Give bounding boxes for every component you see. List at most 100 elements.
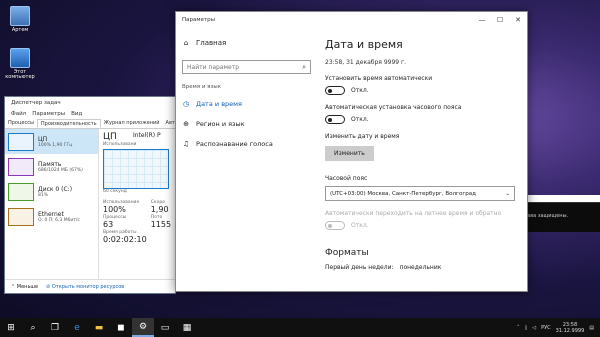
console-taskbar-button[interactable]: ▭	[154, 318, 176, 337]
nav-item-label: Распознавание голоса	[196, 140, 273, 148]
menu-view[interactable]: Вид	[71, 111, 82, 117]
nav-item-date-time[interactable]: ◷ Дата и время	[182, 94, 313, 114]
resource-disk[interactable]: Диск 0 (C:) 81%	[5, 179, 98, 204]
menu-file[interactable]: Файл	[11, 111, 26, 117]
edge-icon: e	[74, 322, 80, 333]
desktop-icon-user[interactable]: Артем	[6, 6, 34, 34]
cpu-name: Intel(R) P	[133, 132, 161, 139]
ethernet-sparkline	[8, 207, 34, 226]
memory-sparkline	[8, 157, 34, 176]
taskmgr-taskbar-button[interactable]: ▦	[176, 318, 198, 337]
search-button[interactable]: ⌕	[22, 318, 44, 337]
formats-heading: Форматы	[325, 248, 369, 258]
settings-main: Дата и время 23:58, 31 декабря 9999 г. У…	[313, 28, 527, 293]
usage-label: Использовани	[103, 142, 137, 147]
windows-logo-icon: ⊞	[7, 322, 15, 333]
clock-icon: ◷	[182, 100, 190, 108]
graph-time-label: 60 секунд	[103, 189, 127, 194]
system-tray: ˄ ▯ ◁ РУС 23:58 31.12.9999 ▤	[517, 322, 600, 334]
task-manager-menu: Файл Параметры Вид	[5, 109, 175, 119]
desktop-icon-label: Артем	[11, 27, 29, 33]
computer-icon	[10, 47, 30, 68]
search-input[interactable]	[187, 63, 297, 71]
resource-cpu[interactable]: ЦП 100% 1,90 ГГц	[5, 129, 98, 154]
first-day-value: понедельник	[399, 264, 442, 271]
open-resource-monitor-link[interactable]: ⊘ Открыть монитор ресурсов	[46, 284, 124, 290]
volume-icon[interactable]: ◁	[532, 325, 536, 331]
tab-performance[interactable]: Производительность	[36, 119, 101, 128]
settings-nav: ⌂ Главная ⌕ Время и язык ◷ Дата и время …	[176, 28, 313, 293]
resource-name: Память	[38, 160, 62, 168]
task-manager-footer: ⌃ Меньше ⊘ Открыть монитор ресурсов	[5, 279, 175, 293]
stat-value: 63	[103, 220, 114, 229]
desktop-icon-computer[interactable]: Этот компьютер	[5, 47, 35, 81]
network-icon[interactable]: ▯	[524, 325, 527, 331]
search-icon: ⌕	[30, 322, 36, 333]
stat-value: 1,90	[150, 205, 169, 214]
resource-ethernet[interactable]: Ethernet О: 0 П: 6,3 Мбит/с	[5, 204, 98, 229]
stat-value: 100%	[103, 205, 126, 214]
nav-item-label: Регион и язык	[196, 120, 245, 128]
nav-home[interactable]: ⌂ Главная	[182, 34, 313, 52]
page-title: Дата и время	[325, 38, 403, 51]
change-datetime-label: Изменить дату и время	[325, 133, 400, 140]
dst-state: Откл.	[351, 222, 369, 229]
resource-monitor-icon: ⊘	[46, 283, 51, 290]
clock-date: 31.12.9999	[555, 327, 585, 334]
settings-taskbar-button[interactable]: ⚙	[132, 318, 154, 337]
folder-icon: ▬	[94, 322, 104, 333]
explorer-button[interactable]: ▬	[88, 318, 110, 337]
task-manager-tabs: Процессы Производительность Журнал прило…	[5, 119, 178, 129]
task-manager-icon: ▦	[182, 322, 192, 333]
settings-window: Параметры — ☐ ✕ ⌂ Главная ⌕ Время и язык…	[175, 11, 528, 292]
tab-app-history[interactable]: Журнал приложений	[101, 119, 163, 128]
task-view-button[interactable]: ❐	[44, 318, 66, 337]
resource-memory[interactable]: Память 686/1024 МБ (67%)	[5, 154, 98, 179]
store-button[interactable]: ◼	[110, 318, 132, 337]
notifications-icon[interactable]: ▤	[589, 325, 594, 331]
cpu-sparkline	[8, 132, 34, 151]
cpu-stats: Использование 100% Скоро 1,90 Процессы 63 П…	[103, 200, 171, 244]
resource-list: ЦП 100% 1,90 ГГц Память 686/1024 МБ (67%) …	[5, 129, 99, 279]
resource-detail: 686/1024 МБ (67%)	[38, 167, 83, 173]
chevron-up-icon[interactable]: ˄	[517, 325, 520, 331]
cpu-detail-panel: ЦП Intel(R) P Использовани 60 секунд Исп…	[99, 129, 175, 279]
resource-detail: 100% 1,90 ГГц	[38, 142, 73, 148]
less-details-label: Меньше	[16, 283, 39, 290]
nav-item-label: Дата и время	[196, 100, 242, 108]
resource-name: ЦП	[38, 135, 48, 143]
store-icon: ◼	[117, 322, 125, 333]
minimize-icon[interactable]: —	[473, 12, 491, 28]
edge-button[interactable]: e	[66, 318, 88, 337]
change-datetime-button[interactable]: Изменить	[325, 146, 374, 161]
disk-sparkline	[8, 182, 34, 201]
auto-time-state: Откл.	[351, 87, 369, 94]
start-button[interactable]: ⊞	[0, 318, 22, 337]
microphone-icon: ♫	[182, 140, 190, 148]
dst-toggle[interactable]	[325, 221, 345, 230]
task-manager-window: Диспетчер задач Файл Параметры Вид Проце…	[4, 96, 178, 294]
language-indicator[interactable]: РУС	[541, 325, 551, 331]
nav-item-speech[interactable]: ♫ Распознавание голоса	[182, 134, 313, 154]
nav-item-region[interactable]: ⊕ Регион и язык	[182, 114, 313, 134]
close-icon[interactable]: ✕	[509, 12, 527, 28]
less-details-button[interactable]: ⌃ Меньше	[11, 284, 38, 290]
first-day-label: Первый день недели:	[325, 264, 394, 271]
menu-options[interactable]: Параметры	[32, 111, 65, 117]
user-folder-icon	[10, 6, 30, 26]
auto-timezone-label: Автоматическая установка часового пояса	[325, 104, 462, 111]
maximize-icon[interactable]: ☐	[491, 12, 509, 28]
clock[interactable]: 23:58 31.12.9999	[556, 322, 585, 334]
auto-time-label: Установить время автоматически	[325, 75, 433, 82]
auto-time-toggle[interactable]	[325, 86, 345, 95]
dst-label: Автоматически переходить на летнее время…	[325, 210, 502, 217]
task-manager-title: Диспетчер задач	[5, 97, 175, 109]
stat-value: 0:02:02:10	[103, 235, 147, 244]
chevron-down-icon: ⌄	[505, 190, 510, 197]
timezone-select[interactable]: (UTC+03:00) Москва, Санкт-Петербург, Вол…	[325, 186, 515, 201]
auto-timezone-toggle[interactable]	[325, 115, 345, 124]
search-icon[interactable]: ⌕	[302, 63, 306, 72]
resource-name: Ethernet	[38, 210, 64, 218]
taskbar: ⊞ ⌕ ❐ e ▬ ◼ ⚙ ▭ ▦ ˄ ▯ ◁ РУС 23:58 31.12.…	[0, 318, 600, 337]
tab-processes[interactable]: Процессы	[5, 119, 37, 128]
